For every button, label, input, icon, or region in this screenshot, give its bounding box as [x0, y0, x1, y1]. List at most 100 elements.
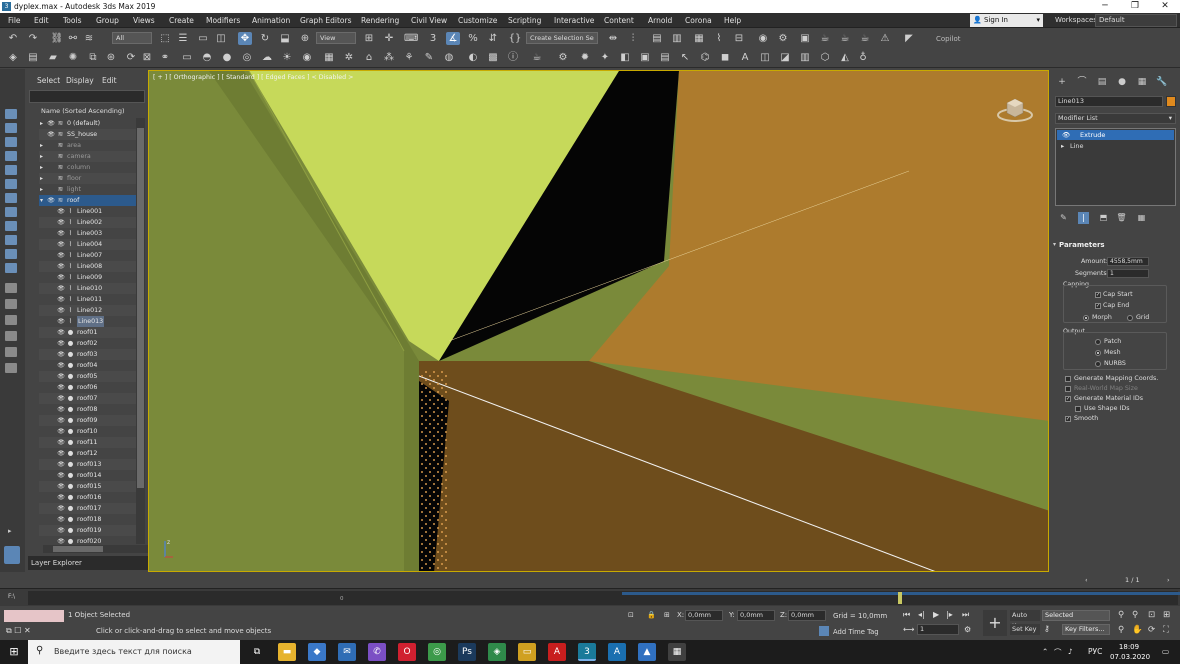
mirror-icon[interactable]: ⇹	[606, 32, 620, 45]
grid-icon[interactable]: ▦	[322, 51, 336, 64]
pin-stack-icon[interactable]: ✎	[1058, 212, 1069, 224]
visibility-eye-icon[interactable]: 👁	[57, 426, 65, 437]
sun-light-icon[interactable]: ✹	[578, 51, 592, 64]
manipulate-icon[interactable]: ✛	[382, 32, 396, 45]
text-icon[interactable]: A	[738, 51, 752, 64]
light-bulb-icon[interactable]: ✺	[66, 51, 80, 64]
add-time-tag[interactable]: Add Time Tag	[833, 628, 879, 636]
taskbar-folder-icon[interactable]: ▭	[518, 643, 536, 661]
save-icon[interactable]: ▤	[26, 51, 40, 64]
current-frame-field[interactable]: 1	[917, 624, 959, 635]
display-geometry-icon[interactable]	[5, 137, 17, 147]
tree-row[interactable]: 👁 ⌇ Line008	[39, 261, 145, 272]
maximize-viewport-icon[interactable]: ⛶	[1163, 625, 1169, 635]
display-containers-icon[interactable]	[5, 263, 17, 273]
taskbar-task-view-icon[interactable]: ⧉	[248, 643, 266, 661]
align-icon[interactable]: ⫶	[626, 32, 640, 45]
gear-icon[interactable]: ⚙	[556, 51, 570, 64]
tab-hierarchy[interactable]: ▤	[1096, 76, 1108, 88]
filter-icon[interactable]	[5, 299, 17, 309]
scroll-thumb[interactable]	[137, 128, 144, 488]
tree-vertical-scrollbar[interactable]	[136, 118, 145, 544]
bind-space-warp-icon[interactable]: ≋	[82, 32, 96, 45]
x-field[interactable]: 0,0mm	[685, 610, 723, 621]
y-field[interactable]: 0,0mm	[737, 610, 775, 621]
visibility-eye-icon[interactable]: 👁	[57, 360, 65, 371]
expand-arrow-icon[interactable]: ▸	[1061, 141, 1064, 151]
expand-arrow-icon[interactable]: ▸	[8, 527, 12, 535]
tree-row[interactable]: 👁 ● roof019	[39, 525, 145, 536]
scatter-icon[interactable]: ⁂	[382, 51, 396, 64]
expand-arrow-icon[interactable]: ▸	[40, 173, 46, 184]
prev-frame-icon[interactable]: ◂|	[918, 610, 925, 619]
real-world-checkbox[interactable]	[1065, 386, 1071, 392]
dome-icon[interactable]: ◓	[200, 51, 214, 64]
expand-arrow-icon[interactable]: ▸	[40, 140, 46, 151]
volume-icon[interactable]: ♪	[1068, 647, 1073, 656]
zoom-icon[interactable]: ⚲	[1118, 610, 1124, 620]
undo-icon[interactable]: ↶	[6, 32, 20, 45]
object-icon[interactable]: ⬡	[818, 51, 832, 64]
wrench-icon[interactable]: ✎	[422, 51, 436, 64]
tree-row[interactable]: 👁 ● roof04	[39, 360, 145, 371]
panel-page-indicator[interactable]: ‹ 1 / 1 ›	[1085, 576, 1175, 586]
patch-radio[interactable]	[1095, 339, 1101, 345]
sign-in-dropdown[interactable]: 👤 Sign In ▾	[970, 14, 1043, 27]
object-name-field[interactable]: Line013	[1055, 96, 1163, 107]
tree-row[interactable]: 👁 ● roof10	[39, 426, 145, 437]
display-helpers-icon[interactable]	[5, 193, 17, 203]
viewcube-icon[interactable]	[996, 91, 1034, 125]
visibility-eye-icon[interactable]: 👁	[57, 294, 65, 305]
menu-file[interactable]: File	[8, 16, 21, 25]
toggle-ribbon-icon[interactable]: ▦	[692, 32, 706, 45]
tree-row[interactable]: 👁 ⌇ Line007	[39, 250, 145, 261]
display-groups-icon[interactable]	[5, 221, 17, 231]
menu-tools[interactable]: Tools	[63, 16, 81, 25]
cap-end-checkbox[interactable]: ✓	[1095, 303, 1101, 309]
visibility-eye-icon[interactable]: 👁	[47, 195, 55, 206]
tree-row[interactable]: 👁 ● roof02	[39, 338, 145, 349]
tree-row[interactable]: 👁 ⌇ Line004	[39, 239, 145, 250]
tab-motion[interactable]: ●	[1116, 76, 1128, 88]
visibility-eye-icon[interactable]: 👁	[57, 327, 65, 338]
folder-icon[interactable]: ▰	[46, 51, 60, 64]
menu-arnold[interactable]: Arnold	[648, 16, 672, 25]
menu-corona[interactable]: Corona	[685, 16, 712, 25]
funnel-icon[interactable]	[5, 331, 17, 341]
tree-row[interactable]: ▸ ≋ column	[39, 162, 145, 173]
visibility-eye-icon[interactable]: 👁	[57, 448, 65, 459]
display-cameras-icon[interactable]	[5, 179, 17, 189]
select-by-name-icon[interactable]: ☰	[176, 32, 190, 45]
taskbar-mail-icon[interactable]: ✉	[338, 643, 356, 661]
fov-icon[interactable]: ⚲	[1118, 625, 1124, 635]
workspace-select[interactable]: Default	[1095, 14, 1177, 27]
menu-views[interactable]: Views	[133, 16, 155, 25]
menu-help[interactable]: Help	[724, 16, 741, 25]
tree-row[interactable]: 👁 ● roof08	[39, 404, 145, 415]
remove-modifier-icon[interactable]: 🗑	[1116, 212, 1127, 224]
frame-buffer-icon[interactable]: ▣	[638, 51, 652, 64]
tree-row[interactable]: 👁 ⌇ Line009	[39, 272, 145, 283]
taskbar-opera-icon[interactable]: O	[398, 643, 416, 661]
select-rotate-icon[interactable]: ↻	[258, 32, 272, 45]
tree-row[interactable]: 👁 ● roof017	[39, 503, 145, 514]
amount-spinner[interactable]: 4558,5mm	[1107, 257, 1149, 266]
display-lights-icon[interactable]	[5, 165, 17, 175]
container-icon[interactable]: ◈	[6, 51, 20, 64]
pan-icon[interactable]: ✋	[1132, 625, 1143, 635]
tree-row[interactable]: 👁 ⌇ Line002	[39, 217, 145, 228]
modifier-list-dropdown[interactable]: Modifier List	[1055, 113, 1176, 124]
visibility-eye-icon[interactable]: 👁	[57, 371, 65, 382]
notification-icon[interactable]: ▭	[1162, 647, 1169, 656]
select-scale-icon[interactable]: ⬓	[278, 32, 292, 45]
point-light-icon[interactable]: ✦	[598, 51, 612, 64]
options-icon[interactable]	[5, 363, 17, 373]
spinner-snap-icon[interactable]: ⇵	[486, 32, 500, 45]
taskbar-calculator-icon[interactable]: ▦	[668, 643, 686, 661]
cube-icon[interactable]: ◫	[758, 51, 772, 64]
menu-group[interactable]: Group	[96, 16, 119, 25]
visibility-eye-icon[interactable]: 👁	[57, 459, 65, 470]
tab-utilities[interactable]: 🔧	[1156, 76, 1168, 88]
visibility-eye-icon[interactable]: 👁	[57, 503, 65, 514]
z-field[interactable]: 0,0mm	[788, 610, 826, 621]
